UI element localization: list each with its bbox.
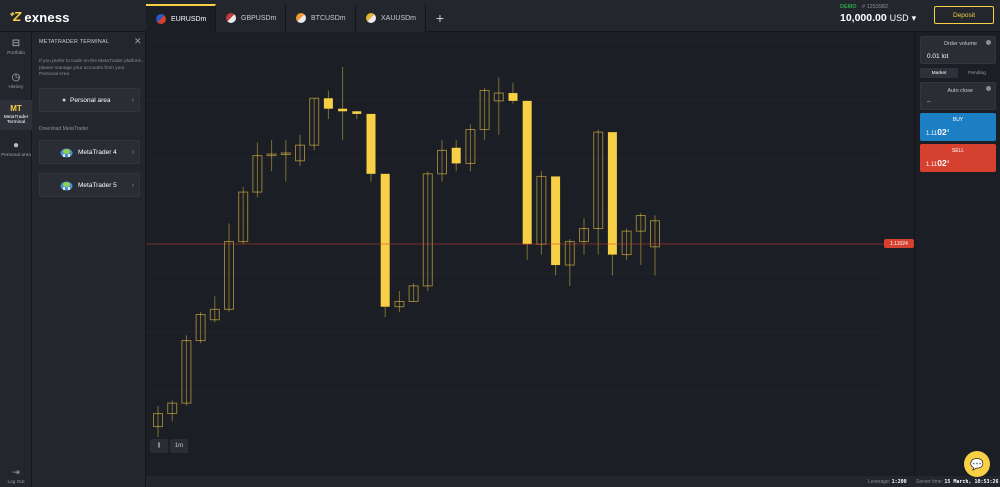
panel-title: METATRADER TERMINAL [39, 39, 110, 45]
chevron-right-icon: › [131, 96, 134, 104]
tab-market[interactable]: Market [920, 68, 958, 78]
sell-label: SELL [951, 148, 965, 154]
account-currency: USD [889, 13, 909, 23]
sidebar-item-label: Personal area [1, 152, 31, 158]
order-type-toggle: Market Pending [920, 68, 996, 78]
user-icon: ● [12, 139, 20, 151]
buy-button[interactable]: BUY 1.11024 [920, 113, 996, 141]
tab-btcusdm[interactable]: BTCUSDm [286, 4, 356, 32]
buy-label: BUY [952, 117, 964, 123]
symbol-tabs: EURUSDm GBPUSDm BTCUSDm XAUUSDm + [146, 4, 454, 32]
account-info[interactable]: DEMO # 1253982 10,000.00 USD ▾ [840, 4, 916, 24]
sell-price: 1.11024 [926, 158, 950, 168]
candle-body [352, 111, 362, 114]
chevron-down-icon: ▾ [911, 13, 917, 23]
order-volume-label: Order volume [943, 41, 977, 47]
chart-tools: ⫼ 1m [150, 439, 188, 453]
buy-price: 1.11024 [926, 127, 950, 137]
brand-name: exness [24, 9, 70, 25]
auto-close-field[interactable]: Auto close – [920, 82, 996, 110]
metatrader-panel: METATRADER TERMINAL ✕ If you prefer to t… [32, 32, 146, 487]
account-balance: 10,000.00 [840, 12, 887, 24]
exness-logo-icon: ᐩZ [8, 9, 22, 24]
chat-bubble-icon: 💬 [970, 458, 984, 471]
price-chart[interactable]: 1.11024 ⫼ 1m [146, 32, 914, 476]
candle-body [508, 93, 518, 101]
account-number: # 1253982 [862, 4, 889, 10]
add-tab-button[interactable]: + [426, 4, 454, 32]
tab-label: BTCUSDm [311, 14, 346, 22]
candle-body [451, 147, 461, 164]
candle-body [366, 113, 376, 174]
chevron-right-icon: › [131, 181, 134, 189]
order-volume-field[interactable]: Order volume 0.01 lot [920, 36, 996, 64]
order-volume-value: 0.01 lot [927, 53, 949, 60]
top-bar: ᐩZ exness EURUSDm GBPUSDm BTCUSDm XAUUSD… [0, 0, 1000, 32]
candlestick-chart[interactable] [146, 32, 914, 476]
sidebar-item-personal-area[interactable]: ● Personal area [0, 134, 32, 164]
exness-logo[interactable]: ᐩZ exness [8, 9, 70, 25]
chevron-right-icon: › [131, 148, 134, 156]
eu-us-flag-icon [156, 14, 166, 24]
account-type-badge: DEMO [840, 4, 857, 10]
briefcase-icon: ⊟ [11, 37, 21, 49]
info-icon[interactable] [986, 86, 991, 91]
sidebar-item-label: Portfolio [7, 50, 25, 56]
sell-button[interactable]: SELL 1.11024 [920, 144, 996, 172]
metatrader-logo-icon [60, 181, 73, 191]
sidebar-item-metatrader-terminal[interactable]: MT MetaTrader Terminal [0, 100, 32, 130]
personal-area-label: Personal area [70, 96, 111, 104]
chart-type-icon[interactable]: ⫼ [150, 439, 168, 453]
candle-body [323, 98, 333, 109]
auto-close-value: – [927, 99, 931, 105]
server-time: Server time: 15 March, 10:53:26 [916, 479, 999, 485]
download-label: Download MetaTrader [39, 126, 89, 132]
mt4-label: MetaTrader 4 [78, 148, 117, 156]
status-bar: Leverage: 1:200 Server time: 15 March, 1… [146, 476, 1000, 487]
logout-icon: ⇥ [12, 467, 20, 477]
current-price-tag: 1.11024 [884, 239, 914, 248]
candle-body [522, 100, 532, 245]
order-panel: Order volume 0.01 lot Market Pending Aut… [914, 32, 1000, 476]
sidebar-item-portfolio[interactable]: ⊟ Portfolio [0, 32, 32, 62]
candle-body [380, 173, 390, 307]
tab-xauusdm[interactable]: XAUUSDm [356, 4, 426, 32]
gb-us-flag-icon [226, 13, 236, 23]
metatrader-logo-icon [60, 148, 73, 158]
tab-eurusdm[interactable]: EURUSDm [146, 4, 216, 32]
tab-label: EURUSDm [171, 15, 207, 23]
sidebar-item-label: MetaTrader Terminal [3, 115, 29, 125]
gold-usd-icon [366, 13, 376, 23]
candle-body [338, 108, 348, 112]
info-icon[interactable] [986, 40, 991, 45]
deposit-button[interactable]: Deposit [934, 6, 994, 24]
history-icon: ◷ [11, 71, 21, 83]
leverage-info: Leverage: 1:200 [868, 479, 907, 485]
personal-area-button[interactable]: ● Personal area › [39, 88, 140, 112]
sidebar-item-label: History [8, 84, 24, 90]
tab-pending[interactable]: Pending [958, 68, 996, 78]
logout-label: Log Out [7, 480, 25, 485]
btc-usd-icon [296, 13, 306, 23]
timeframe-button[interactable]: 1m [170, 439, 188, 453]
side-navigation: ⊟ Portfolio ◷ History MT MetaTrader Term… [0, 32, 32, 487]
close-icon[interactable]: ✕ [134, 36, 142, 47]
auto-close-label: Auto close [947, 88, 973, 94]
candle-body [607, 132, 617, 255]
candle-body [551, 176, 561, 266]
user-icon: ● [62, 96, 67, 104]
metatrader-icon: MT [10, 104, 22, 113]
metatrader-4-button[interactable]: MetaTrader 4 › [39, 140, 140, 164]
panel-description: If you prefer to trade on the MetaTrader… [39, 59, 143, 77]
logout-button[interactable]: ⇥ Log Out [0, 467, 32, 485]
tab-label: XAUUSDm [381, 14, 417, 22]
chat-support-button[interactable]: 💬 [964, 451, 990, 477]
tab-gbpusdm[interactable]: GBPUSDm [216, 4, 286, 32]
mt5-label: MetaTrader 5 [78, 181, 117, 189]
metatrader-5-button[interactable]: MetaTrader 5 › [39, 173, 140, 197]
tab-label: GBPUSDm [241, 14, 277, 22]
sidebar-item-history[interactable]: ◷ History [0, 66, 32, 96]
